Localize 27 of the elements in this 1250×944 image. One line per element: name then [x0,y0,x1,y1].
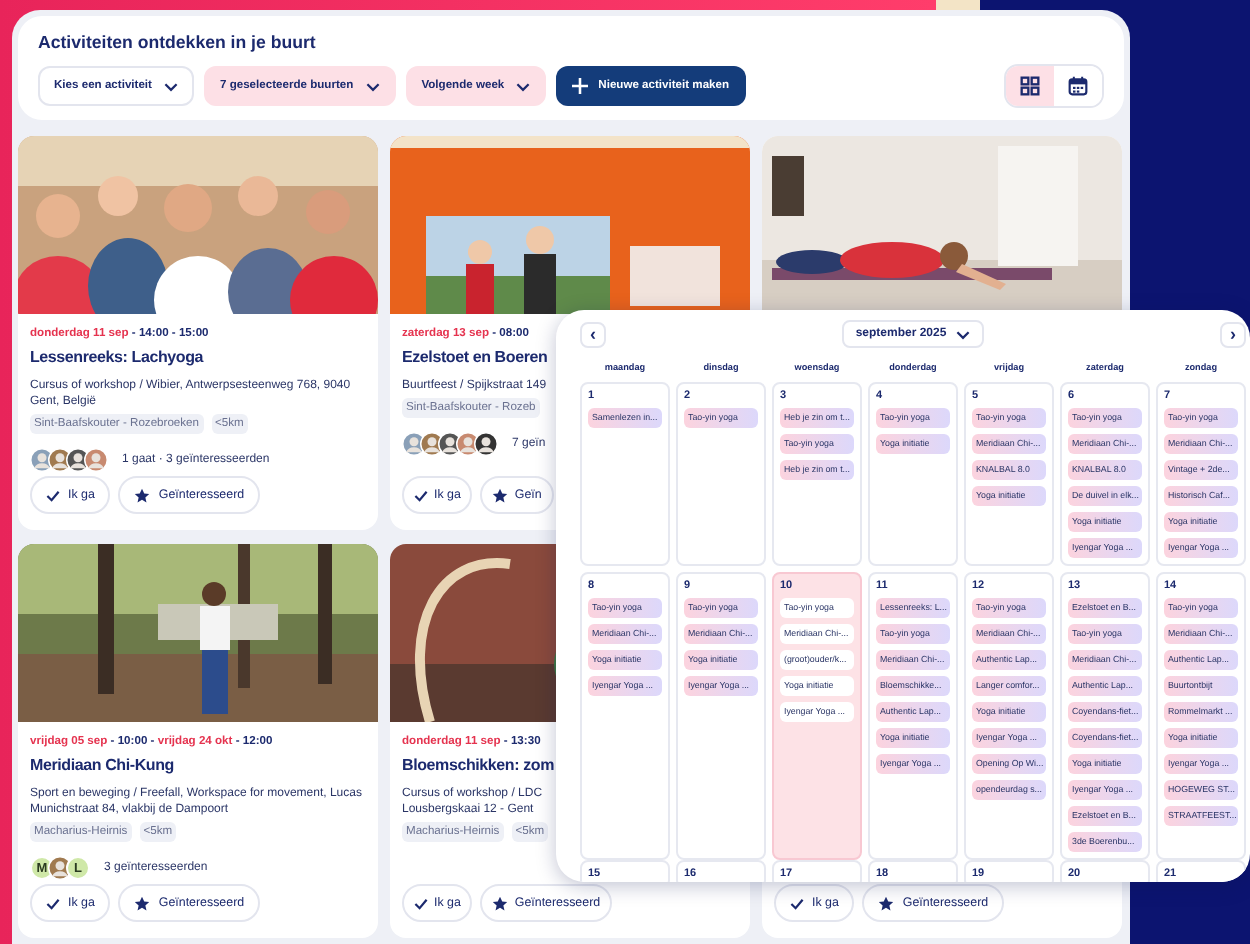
activity-title[interactable]: Bloemschikken: zom [402,754,554,776]
avatar [474,432,498,456]
view-option[interactable] [1006,66,1054,106]
activity-title[interactable]: Lessenreeks: Lachyoga [30,346,204,368]
activity-title[interactable]: Meridiaan Chi-Kung [30,754,174,776]
next-month-button[interactable]: › [1220,321,1246,347]
check-icon [414,897,428,909]
calendar-icon [1068,76,1088,96]
chevron-down-icon [956,329,971,339]
check-icon [46,897,60,909]
star-icon [878,895,895,911]
activity-title[interactable]: Ezelstoet en Boeren [402,346,548,368]
star-icon [492,487,509,503]
chevron-down-icon [163,81,178,91]
check-icon [414,489,428,501]
chevron-down-icon [516,81,531,91]
avatar [84,448,108,472]
star-icon [492,895,509,911]
previous-month-button[interactable]: ‹ [580,321,606,347]
grid-icon [1020,76,1040,96]
plus-icon [572,78,589,94]
star-icon [134,487,151,503]
check-icon [790,897,804,909]
page-title: Activiteiten ontdekken in je buurt [38,32,318,54]
chevron-down-icon [365,81,380,91]
star-icon [134,895,151,911]
check-icon [46,489,60,501]
